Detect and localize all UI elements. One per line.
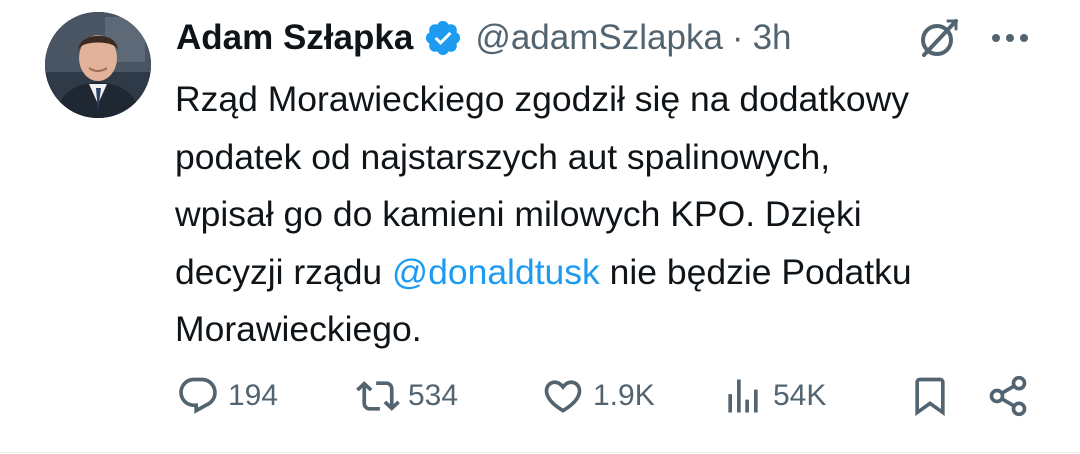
avatar[interactable] [45, 12, 151, 118]
views-icon [721, 374, 765, 418]
tweet-text-line: Morawieckiego. [175, 309, 422, 349]
tweet-text-fragment: nie będzie Podatku [599, 251, 912, 292]
tweet-text: Rząd Morawieckiego zgodził się na dodatk… [175, 71, 1055, 359]
grok-icon[interactable] [916, 15, 962, 61]
repost-icon [356, 374, 400, 418]
like-button[interactable]: 1.9K [541, 368, 655, 424]
tweet-text-line: Rząd Morawieckiego zgodził się na dodatk… [175, 79, 910, 119]
divider [0, 452, 1080, 453]
tweet-card: Adam Szłapka @adamSzlapka · 3h Rząd Mora… [0, 0, 1080, 454]
tweet-text-line: podatek od najstarszych aut spalinowych, [175, 136, 831, 177]
mention-link[interactable]: @donaldtusk [392, 252, 600, 292]
heart-icon [541, 374, 585, 418]
share-icon [986, 374, 1030, 418]
handle[interactable]: @adamSzlapka [475, 18, 723, 58]
separator-dot: · [731, 18, 744, 57]
like-count: 1.9K [593, 379, 655, 412]
reply-count: 194 [228, 379, 279, 412]
display-name[interactable]: Adam Szłapka [176, 18, 413, 58]
views-button[interactable]: 54K [721, 368, 826, 424]
views-count: 54K [773, 379, 827, 412]
tweet-text-line: decyzji rządu @donaldtusk nie będzie Pod… [175, 244, 1055, 302]
tweet-text-line: wpisał go do kamieni milowych KPO. Dzięk… [175, 194, 862, 234]
tweet-header: Adam Szłapka @adamSzlapka · 3h [176, 10, 792, 66]
share-button[interactable] [986, 368, 1030, 424]
reply-button[interactable]: 194 [176, 368, 278, 424]
timestamp[interactable]: 3h [753, 18, 792, 58]
action-bar: 194 534 1.9K 54K [0, 368, 1080, 424]
repost-count: 534 [408, 379, 459, 412]
tweet-text-fragment: decyzji rządu [175, 251, 393, 292]
bookmark-button[interactable] [908, 368, 952, 424]
reply-icon [176, 374, 220, 418]
verified-badge-icon[interactable] [423, 18, 463, 58]
repost-button[interactable]: 534 [356, 368, 458, 424]
bookmark-icon [908, 374, 952, 418]
avatar-photo [45, 12, 151, 118]
more-icon[interactable] [990, 26, 1030, 50]
